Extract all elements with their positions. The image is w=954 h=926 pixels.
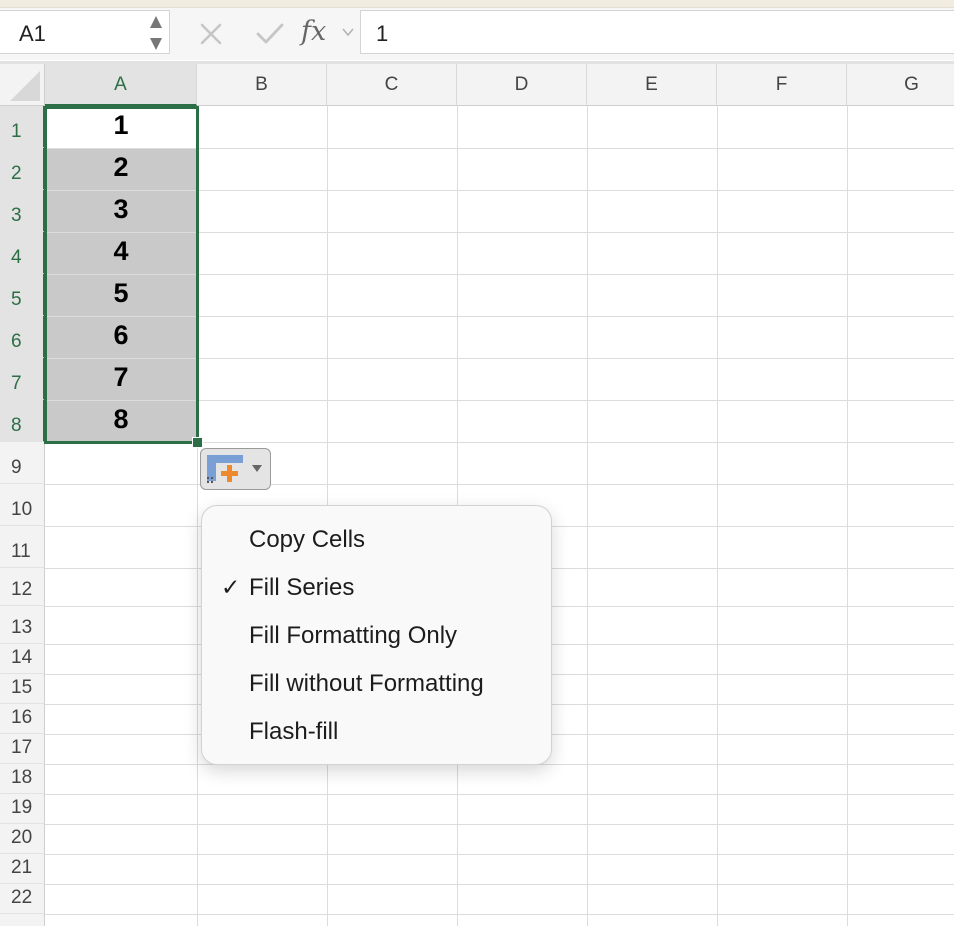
cell-a8[interactable]: 8	[45, 401, 197, 442]
window-top-strip	[0, 0, 954, 8]
paste-options-icon	[207, 455, 243, 483]
cell-a5[interactable]: 5	[45, 275, 197, 316]
menu-item-fill-without-formatting[interactable]: Fill without Formatting	[202, 661, 551, 707]
row-header-12[interactable]: 12	[0, 568, 45, 606]
row-header-20[interactable]: 20	[0, 824, 45, 854]
row-header-4[interactable]: 4	[0, 232, 45, 274]
row-header-5[interactable]: 5	[0, 274, 45, 316]
gridline	[45, 884, 954, 885]
menu-item-fill-series[interactable]: ✓ Fill Series	[202, 565, 551, 611]
row-header-22[interactable]: 22	[0, 884, 45, 914]
column-header-f[interactable]: F	[717, 64, 847, 106]
row-header-13[interactable]: 13	[0, 606, 45, 644]
gridline	[45, 914, 954, 915]
column-header-c[interactable]: C	[327, 64, 457, 106]
name-box-stepper-icon[interactable]	[149, 14, 163, 52]
checkmark-icon: ✓	[221, 574, 241, 600]
spreadsheet-grid[interactable]: A B C D E F G 1 2 3 4 5 6 7 8 9 10 11 12…	[0, 64, 954, 926]
insert-function-button[interactable]: fx	[301, 16, 326, 47]
cell-a4[interactable]: 4	[45, 233, 197, 274]
column-header-g[interactable]: G	[847, 64, 954, 106]
row-header-10[interactable]: 10	[0, 484, 45, 526]
cell-a3[interactable]: 3	[45, 191, 197, 232]
gridline	[197, 106, 198, 926]
gridline	[45, 824, 954, 825]
column-header-a[interactable]: A	[45, 64, 197, 106]
autofill-options-menu: Copy Cells ✓ Fill Series Fill Formatting…	[201, 505, 552, 765]
row-header-11[interactable]: 11	[0, 526, 45, 568]
row-header-8[interactable]: 8	[0, 400, 45, 442]
row-header-1[interactable]: 1	[0, 106, 45, 148]
fill-handle[interactable]	[192, 437, 203, 448]
gridline	[45, 854, 954, 855]
gridline	[45, 442, 954, 443]
cell-a1[interactable]: 1	[45, 107, 197, 148]
chevron-down-icon	[252, 465, 262, 472]
autofill-options-button[interactable]	[200, 448, 271, 490]
cell-a7[interactable]: 7	[45, 359, 197, 400]
formula-value: 1	[376, 21, 389, 46]
gridline	[847, 106, 848, 926]
close-icon[interactable]	[199, 22, 223, 46]
gridline	[45, 484, 954, 485]
gridline	[45, 794, 954, 795]
row-header-15[interactable]: 15	[0, 674, 45, 704]
menu-item-fill-formatting-only[interactable]: Fill Formatting Only	[202, 613, 551, 659]
row-header-7[interactable]: 7	[0, 358, 45, 400]
row-header-9[interactable]: 9	[0, 442, 45, 484]
name-box[interactable]: A1	[0, 10, 170, 54]
name-box-value: A1	[19, 21, 46, 46]
menu-item-flash-fill[interactable]: Flash-fill	[202, 709, 551, 755]
row-header-2[interactable]: 2	[0, 148, 45, 190]
column-header-b[interactable]: B	[197, 64, 327, 106]
gridline	[587, 106, 588, 926]
formula-input[interactable]: 1	[360, 10, 954, 54]
row-header-17[interactable]: 17	[0, 734, 45, 764]
row-header-14[interactable]: 14	[0, 644, 45, 674]
cell-a2[interactable]: 2	[45, 149, 197, 190]
column-header-e[interactable]: E	[587, 64, 717, 106]
menu-item-copy-cells[interactable]: Copy Cells	[202, 517, 551, 563]
cell-a6[interactable]: 6	[45, 317, 197, 358]
row-header-23[interactable]	[0, 914, 45, 926]
checkmark-icon[interactable]	[255, 22, 285, 46]
formula-bar: A1 fx 1	[0, 8, 954, 60]
row-header-6[interactable]: 6	[0, 316, 45, 358]
gridline	[717, 106, 718, 926]
row-header-19[interactable]: 19	[0, 794, 45, 824]
row-header-3[interactable]: 3	[0, 190, 45, 232]
column-header-d[interactable]: D	[457, 64, 587, 106]
row-header-18[interactable]: 18	[0, 764, 45, 794]
select-all-corner[interactable]	[0, 64, 45, 106]
row-header-21[interactable]: 21	[0, 854, 45, 884]
chevron-down-icon[interactable]	[340, 24, 356, 40]
row-header-16[interactable]: 16	[0, 704, 45, 734]
